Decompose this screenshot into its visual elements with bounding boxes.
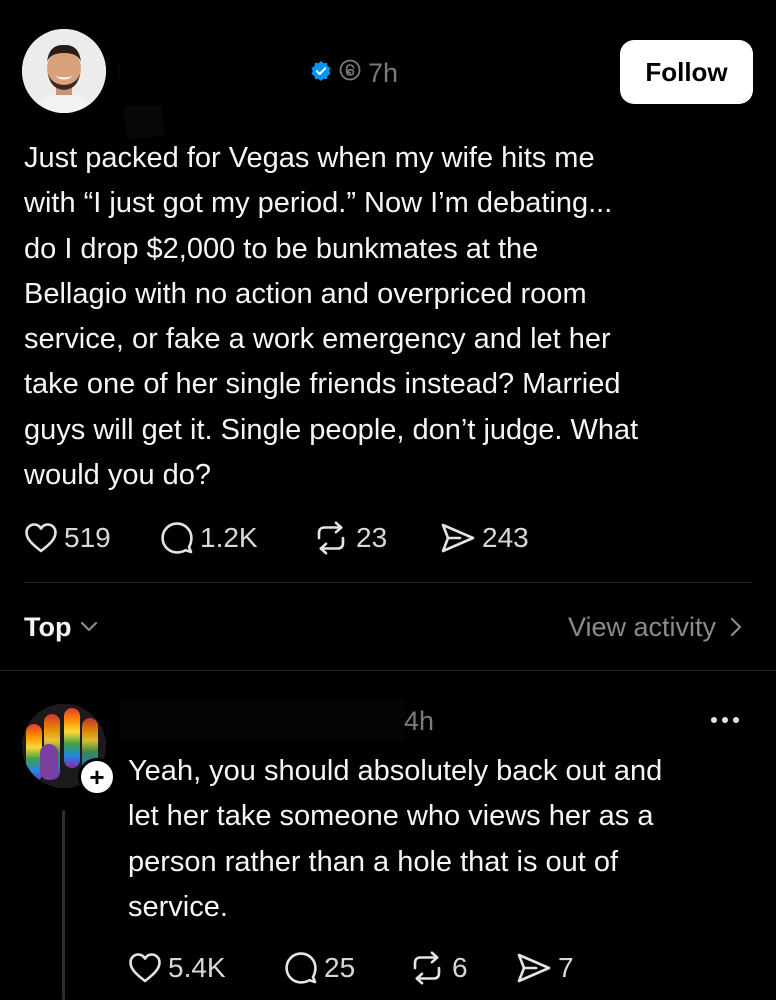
more-options-button[interactable] — [700, 703, 750, 737]
more-icon — [711, 717, 739, 723]
sort-dropdown[interactable]: Top — [24, 608, 99, 646]
thread-line — [62, 810, 65, 1000]
reply-comment-button[interactable]: 25 — [284, 948, 355, 988]
heart-icon — [25, 523, 57, 553]
post-body-line: with “I just got my period.” Now I’m deb… — [24, 187, 613, 220]
reply-body-line: person rather than a hole that is out of — [128, 845, 619, 878]
heart-icon — [129, 953, 161, 983]
reply-body-line: service. — [128, 890, 228, 923]
like-button[interactable]: 519 — [24, 518, 111, 558]
comment-button[interactable]: 1.2K — [160, 518, 258, 558]
section-divider — [0, 670, 776, 671]
redacted-username — [120, 44, 320, 106]
follow-plus-button[interactable]: + — [78, 758, 116, 796]
post-body-line: guys will get it. Single people, don’t j… — [24, 413, 639, 446]
post-body-line: do I drop $2,000 to be bunkmates at the — [24, 232, 539, 265]
redacted-username — [120, 700, 405, 740]
reply-timestamp: 4h — [404, 705, 435, 736]
reply-like-button[interactable]: 5.4K — [128, 948, 226, 988]
view-activity-link[interactable]: View activity — [568, 608, 742, 646]
post-body-line: Just packed for Vegas when my wife hits … — [24, 142, 595, 174]
follow-button[interactable]: Follow — [620, 40, 753, 104]
author-avatar[interactable] — [22, 29, 106, 113]
reply-repost-count: 6 — [452, 952, 468, 983]
like-count: 519 — [64, 522, 111, 553]
divider — [24, 582, 752, 583]
post-body: Just packed for Vegas when my wife hits … — [24, 136, 754, 498]
view-activity-label: View activity — [567, 611, 716, 642]
share-icon — [441, 523, 475, 553]
author-photo — [22, 29, 106, 113]
sort-label: Top — [24, 611, 72, 642]
plus-icon: + — [89, 762, 105, 792]
reply-meta: 4h — [404, 704, 434, 738]
comment-icon — [285, 952, 317, 984]
post-meta: 7h — [310, 56, 398, 90]
share-button[interactable]: 243 — [440, 518, 529, 558]
repost-icon — [317, 521, 345, 555]
verified-icon — [310, 58, 332, 89]
comment-icon — [161, 522, 193, 554]
chevron-down-icon — [81, 621, 98, 632]
share-count: 243 — [482, 522, 529, 553]
reply-body-line: let her take someone who views her as a — [128, 800, 654, 833]
repost-button[interactable]: 23 — [312, 518, 387, 558]
post-body-line: service, or fake a work emergency and le… — [24, 323, 611, 356]
reply-comment-count: 25 — [324, 952, 356, 983]
reply-like-count: 5.4K — [168, 952, 226, 983]
threads-icon — [338, 58, 362, 89]
reply-share-button[interactable]: 7 — [516, 948, 574, 988]
repost-icon — [413, 951, 441, 985]
post-body-line: take one of her single friends instead? … — [24, 368, 621, 401]
share-icon — [517, 953, 551, 983]
post-body-line: Bellagio with no action and overpriced r… — [24, 277, 587, 310]
repost-count: 23 — [356, 522, 388, 553]
reply-share-count: 7 — [558, 952, 574, 983]
reply-repost-button[interactable]: 6 — [408, 948, 468, 988]
post-body-line: would you do? — [24, 459, 212, 492]
reply-body-line: Yeah, you should absolutely back out and — [128, 755, 663, 787]
reply-body: Yeah, you should absolutely back out and… — [128, 749, 758, 930]
comment-count: 1.2K — [200, 522, 258, 553]
post-timestamp: 7h — [368, 57, 399, 88]
chevron-right-icon — [730, 617, 742, 637]
